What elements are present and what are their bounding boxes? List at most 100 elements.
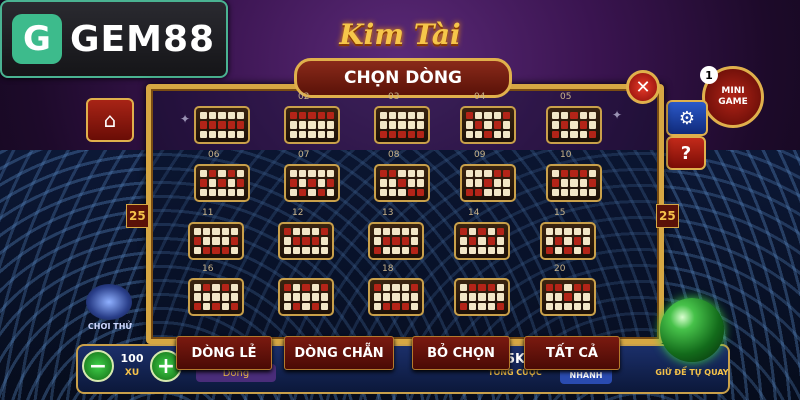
- inactive-cell: [227, 112, 235, 120]
- line-pattern: [284, 164, 340, 202]
- bet-decrease-button[interactable]: −: [82, 350, 114, 382]
- trial-play-icon[interactable]: [86, 284, 132, 320]
- line-option[interactable]: 06: [194, 150, 250, 202]
- inactive-cell: [317, 130, 325, 138]
- line-pattern: [194, 164, 250, 202]
- line-option[interactable]: 11: [188, 208, 244, 260]
- line-option[interactable]: 09: [460, 150, 516, 202]
- deselect-button[interactable]: BỎ CHỌN: [412, 336, 510, 370]
- inactive-cell: [302, 246, 310, 254]
- active-cell: [579, 170, 587, 178]
- active-cell: [502, 112, 510, 120]
- line-number: 05: [560, 92, 572, 102]
- brand-logo: G GEM88: [0, 0, 228, 78]
- inactive-cell: [194, 228, 202, 236]
- line-option[interactable]: 14: [454, 208, 510, 260]
- line-option[interactable]: 05: [546, 92, 602, 144]
- active-cell: [561, 170, 569, 178]
- active-cell: [227, 121, 235, 129]
- odd-lines-button[interactable]: DÒNG LẺ: [176, 336, 272, 370]
- inactive-cell: [561, 112, 569, 120]
- inactive-cell: [407, 112, 415, 120]
- line-number: 09: [474, 150, 486, 160]
- inactive-cell: [320, 293, 328, 301]
- inactive-cell: [398, 188, 406, 196]
- line-option[interactable]: [454, 278, 510, 316]
- inactive-cell: [570, 130, 578, 138]
- line-option[interactable]: 03: [374, 92, 430, 144]
- line-option[interactable]: 02: [284, 92, 340, 144]
- inactive-cell: [290, 170, 298, 178]
- inactive-cell: [311, 228, 319, 236]
- inactive-cell: [496, 246, 504, 254]
- line-pattern: [454, 278, 510, 316]
- inactive-cell: [293, 246, 301, 254]
- line-number: 12: [292, 208, 304, 218]
- inactive-cell: [475, 170, 483, 178]
- inactive-cell: [212, 237, 220, 245]
- active-cell: [398, 130, 406, 138]
- inactive-cell: [389, 112, 397, 120]
- inactive-cell: [308, 121, 316, 129]
- inactive-cell: [410, 237, 418, 245]
- inactive-cell: [236, 188, 244, 196]
- inactive-cell: [496, 293, 504, 301]
- close-button[interactable]: ✕: [626, 70, 660, 104]
- line-number: 02: [298, 92, 310, 102]
- inactive-cell: [484, 188, 492, 196]
- line-pattern: [460, 164, 516, 202]
- inactive-cell: [293, 293, 301, 301]
- line-option[interactable]: 18: [368, 264, 424, 316]
- line-option[interactable]: 08: [374, 150, 430, 202]
- inactive-cell: [221, 302, 229, 310]
- inactive-cell: [380, 121, 388, 129]
- active-cell: [383, 302, 391, 310]
- inactive-cell: [290, 188, 298, 196]
- line-option[interactable]: [194, 106, 250, 144]
- inactive-cell: [588, 121, 596, 129]
- active-cell: [389, 170, 397, 178]
- line-option[interactable]: 15: [540, 208, 596, 260]
- inactive-cell: [487, 246, 495, 254]
- active-cell: [475, 188, 483, 196]
- line-pattern: [374, 164, 430, 202]
- inactive-cell: [398, 121, 406, 129]
- inactive-cell: [236, 112, 244, 120]
- home-button[interactable]: ⌂: [86, 98, 134, 142]
- inactive-cell: [582, 228, 590, 236]
- active-cell: [203, 284, 211, 292]
- line-option[interactable]: 16: [188, 264, 244, 316]
- spin-button[interactable]: [660, 298, 724, 362]
- line-option[interactable]: 13: [368, 208, 424, 260]
- active-cell: [588, 130, 596, 138]
- line-option[interactable]: 10: [546, 150, 602, 202]
- line-option[interactable]: 07: [284, 150, 340, 202]
- line-option[interactable]: 20: [540, 264, 596, 316]
- inactive-cell: [416, 121, 424, 129]
- inactive-cell: [502, 121, 510, 129]
- inactive-cell: [383, 284, 391, 292]
- line-pattern: [546, 106, 602, 144]
- active-cell: [326, 179, 334, 187]
- even-lines-button[interactable]: DÒNG CHẴN: [284, 336, 394, 370]
- line-number: 14: [468, 208, 480, 218]
- select-all-button[interactable]: TẤT CẢ: [524, 336, 620, 370]
- inactive-cell: [230, 246, 238, 254]
- active-cell: [236, 121, 244, 129]
- settings-button[interactable]: ⚙: [666, 100, 708, 136]
- line-option[interactable]: [278, 278, 334, 316]
- inactive-cell: [200, 130, 208, 138]
- active-cell: [212, 246, 220, 254]
- inactive-cell: [579, 130, 587, 138]
- active-cell: [570, 112, 578, 120]
- inactive-cell: [552, 121, 560, 129]
- active-cell: [555, 237, 563, 245]
- line-option[interactable]: 12: [278, 208, 334, 260]
- line-option[interactable]: 04: [460, 92, 516, 144]
- help-button[interactable]: ?: [666, 136, 706, 170]
- inactive-cell: [230, 228, 238, 236]
- active-cell: [320, 284, 328, 292]
- inactive-cell: [311, 246, 319, 254]
- inactive-cell: [236, 170, 244, 178]
- inactive-cell: [389, 179, 397, 187]
